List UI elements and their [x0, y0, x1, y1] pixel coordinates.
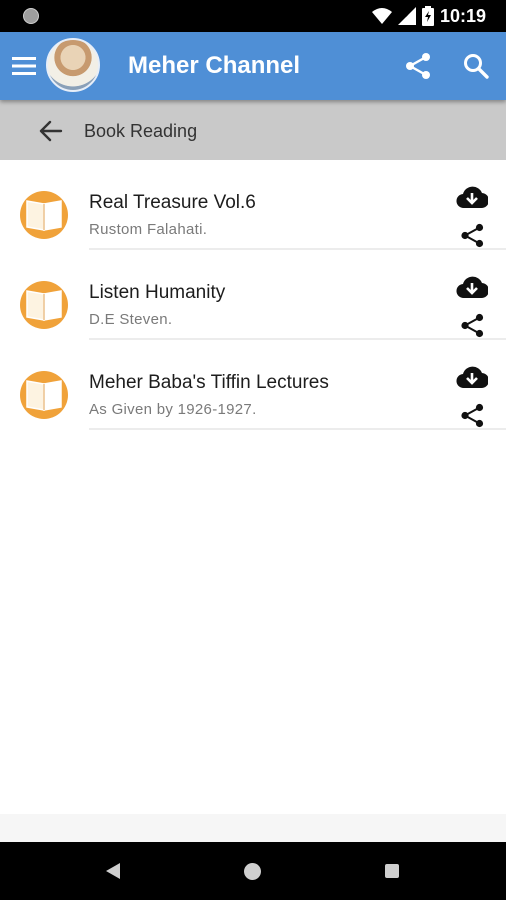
book-title: Real Treasure Vol.6 [89, 192, 256, 213]
share-icon[interactable] [460, 313, 485, 338]
notification-dot-icon [23, 8, 39, 24]
book-icon [20, 371, 68, 419]
app-bar: Meher Channel [0, 32, 506, 100]
section-title: Book Reading [84, 121, 198, 141]
nav-back-icon[interactable] [104, 862, 122, 880]
cloud-download-icon[interactable] [456, 184, 488, 210]
book-icon [20, 281, 68, 329]
cloud-download-icon[interactable] [456, 364, 488, 390]
cloud-download-icon[interactable] [456, 274, 488, 300]
back-arrow-icon[interactable] [38, 118, 64, 144]
wifi-icon [372, 8, 392, 24]
avatar [46, 38, 100, 92]
status-time: 10:19 [439, 6, 486, 26]
list-item[interactable]: Real Treasure Vol.6 Rustom Falahati. [0, 160, 506, 250]
bottom-strip [0, 814, 506, 842]
book-title: Meher Baba's Tiffin Lectures [89, 372, 329, 393]
book-list: Real Treasure Vol.6 Rustom Falahati. Lis… [0, 160, 506, 430]
sub-header: Book Reading [0, 100, 506, 160]
book-icon [20, 191, 68, 239]
nav-recents-icon[interactable] [385, 864, 399, 878]
share-icon[interactable] [460, 223, 485, 248]
search-icon[interactable] [462, 52, 490, 80]
book-author: As Given by 1926-1927. [89, 401, 257, 418]
nav-home-icon[interactable] [244, 863, 261, 880]
app-title: Meher Channel [128, 52, 301, 79]
divider [89, 428, 506, 430]
list-item[interactable]: Listen Humanity D.E Steven. [0, 250, 506, 340]
battery-icon [422, 6, 434, 26]
book-author: Rustom Falahati. [89, 221, 208, 238]
system-icons [372, 6, 434, 26]
navigation-bar [0, 842, 506, 900]
book-author: D.E Steven. [89, 311, 173, 328]
menu-icon[interactable] [10, 52, 38, 80]
book-title: Listen Humanity [89, 282, 226, 303]
share-icon[interactable] [404, 52, 432, 80]
signal-icon [398, 7, 416, 25]
share-icon[interactable] [460, 403, 485, 428]
status-bar: 10:19 [0, 0, 506, 32]
list-item[interactable]: Meher Baba's Tiffin Lectures As Given by… [0, 340, 506, 430]
